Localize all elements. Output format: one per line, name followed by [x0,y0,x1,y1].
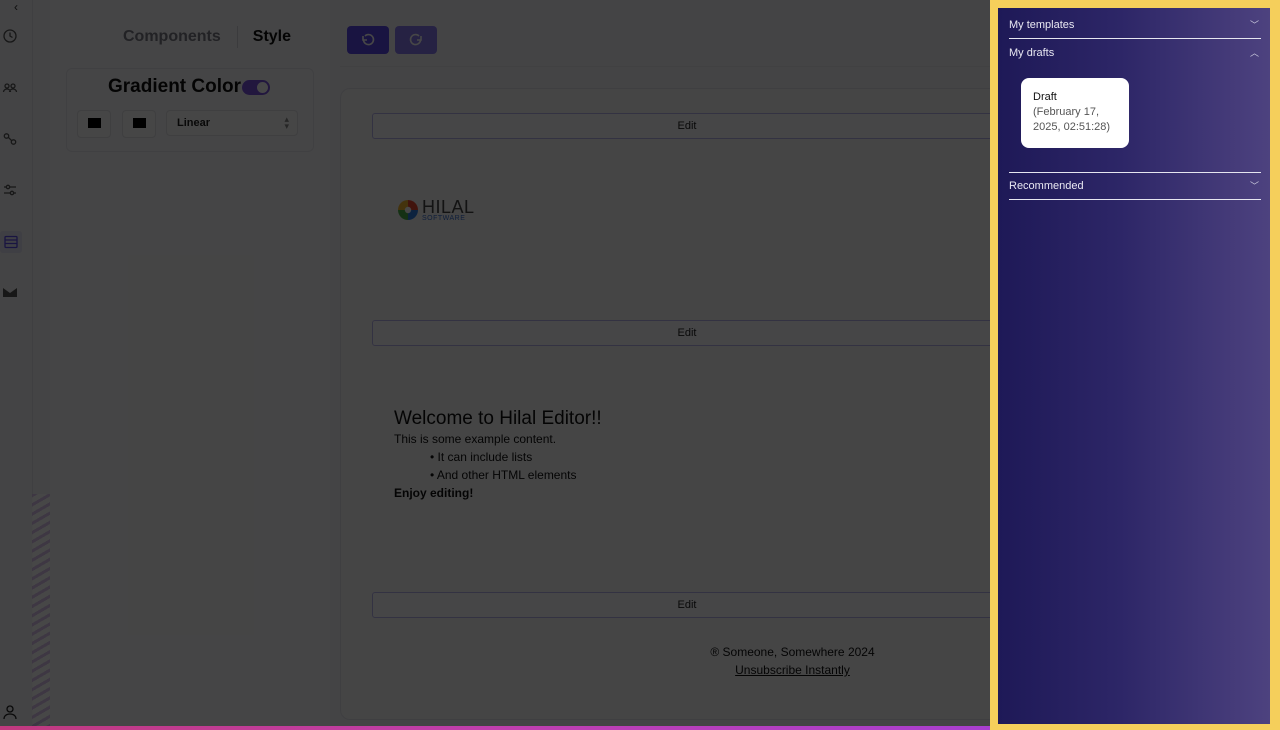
edit-button-body[interactable]: Edit [372,320,1002,346]
content-heading: Welcome to Hilal Editor!! [394,408,602,429]
user-icon[interactable] [2,704,20,722]
color-swatch-end[interactable] [122,110,156,138]
accordion-label: My templates [1009,19,1075,31]
history-icon[interactable] [2,28,20,46]
users-icon[interactable] [2,80,20,98]
logo-name: HILAL [422,197,475,217]
accordion-label: My drafts [1009,47,1055,59]
content-intro: This is some example content. [394,432,557,446]
logo-wordmark: HILAL SOFTWARE [422,198,475,222]
chevron-up-icon: ︿ [1249,48,1259,58]
content-list: It can include lists And other HTML elem… [394,450,794,482]
color-swatch-start[interactable] [77,110,111,138]
gradient-toggle[interactable] [242,80,270,95]
toolbar-divider [340,66,990,67]
draft-title: Draft [1033,91,1057,103]
left-rail: ‹ [0,0,33,730]
redo-icon [409,33,422,46]
tab-components[interactable]: Components [108,26,238,48]
mail-icon[interactable] [2,284,20,302]
accordion-label: Recommended [1009,180,1084,192]
logo-mark-icon [398,200,418,220]
content-block: Welcome to Hilal Editor!! This is some e… [394,408,794,500]
template-icon[interactable] [0,231,22,253]
gradient-type-select[interactable]: Linear ▴ ▾ [166,110,298,136]
gradient-color-title: Gradient Color [108,76,242,97]
accordion-my-templates[interactable]: My templates ﹀ [1009,12,1261,39]
hilal-logo: HILAL SOFTWARE [396,198,475,222]
select-arrows-icon: ▴ ▾ [284,114,289,131]
gradient-type-value: Linear [177,117,211,129]
tab-style[interactable]: Style [238,26,306,48]
swatch-fill [133,118,146,128]
bottom-accent-strip [0,726,990,730]
list-item: It can include lists [430,450,794,464]
list-item: And other HTML elements [430,468,794,482]
edit-button-header[interactable]: Edit [372,113,1002,139]
collapse-rail-button[interactable]: ‹ [14,0,18,14]
draft-date: (February 17, 2025, 02:51:28) [1033,106,1111,133]
footer-copyright: ® Someone, Somewhere 2024 [710,645,875,659]
edit-button-footer[interactable]: Edit [372,592,1002,618]
decorative-stripes [32,494,50,730]
chevron-down-icon: ﹀ [1249,20,1259,30]
undo-button[interactable] [347,26,389,54]
content-closing: Enjoy editing! [394,486,474,500]
panel-tabs: Components Style [108,26,306,48]
accordion-recommended[interactable]: Recommended ﹀ [1009,173,1261,200]
redo-button[interactable] [395,26,437,54]
unsubscribe-link[interactable]: Unsubscribe Instantly [600,663,985,677]
chevron-down-icon: ﹀ [1249,181,1259,191]
drafts-section-divider [1009,146,1261,173]
swatch-fill [88,118,101,128]
accordion-my-drafts[interactable]: My drafts ︿ [1009,40,1261,67]
undo-icon [362,33,375,46]
connection-icon[interactable] [2,131,20,149]
draft-card[interactable]: Draft (February 17, 2025, 02:51:28) [1021,78,1129,148]
email-canvas [340,88,1000,720]
sliders-icon[interactable] [2,182,20,200]
